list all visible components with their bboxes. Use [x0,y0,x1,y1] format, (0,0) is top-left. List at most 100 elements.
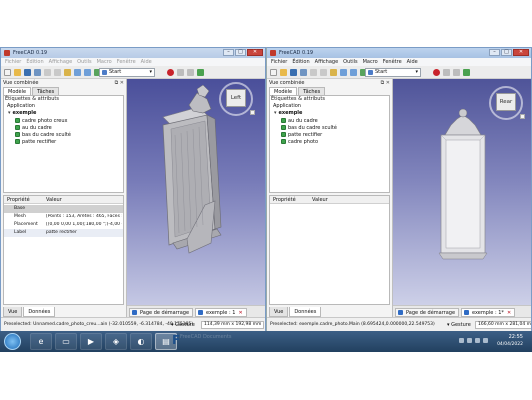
menu-fichier[interactable]: Fichier [271,59,287,65]
tree-item[interactable]: cadre photo [281,138,337,145]
panel-float-close-icon[interactable]: ⧉ ✕ [115,80,124,86]
file-explorer-icon[interactable]: ▭ [55,333,77,350]
flag-icon[interactable] [483,338,488,343]
record-macro-icon[interactable] [433,69,440,76]
cut-icon[interactable] [310,69,317,76]
expand-arrow-icon[interactable]: ▾ [8,110,11,116]
menu-affichage[interactable]: Affichage [315,59,339,65]
copy-icon[interactable] [54,69,61,76]
save-icon[interactable] [24,69,31,76]
tab-donnees[interactable]: Données [289,307,322,317]
3d-viewport[interactable]: Left [127,79,265,305]
tree-item[interactable]: bas du cadre sculté [15,131,71,138]
macro-list-icon[interactable] [453,69,460,76]
redo-icon[interactable] [84,69,91,76]
tab-vue[interactable]: Vue [269,307,289,317]
tree-item[interactable]: au du cadre [15,124,71,131]
menu-aide[interactable]: Aide [407,59,418,65]
tab-start-page[interactable]: Page de démarrage [395,308,460,317]
internet-explorer-icon[interactable]: e [30,333,52,350]
menu-aide[interactable]: Aide [141,59,152,65]
clock[interactable]: 22:55 04/04/2022 [497,334,523,348]
copy-icon[interactable] [320,69,327,76]
maximize-button[interactable]: □ [235,49,246,56]
tab-document-view[interactable]: exemple : 1 ✕ [195,308,247,317]
menu-fenetre[interactable]: Fenêtre [383,59,402,65]
menu-fichier[interactable]: Fichier [5,59,21,65]
record-macro-icon[interactable] [167,69,174,76]
workbench-selector[interactable]: Start ▾ [365,68,421,77]
close-button[interactable]: ✕ [247,49,263,56]
execute-macro-icon[interactable] [197,69,204,76]
property-row[interactable]: Placement [(0,00 0,00 1,00);180,00 °;(-4… [4,221,123,229]
menu-outils[interactable]: Outils [77,59,91,65]
start-button[interactable] [4,333,21,350]
property-group-row[interactable]: Base [4,205,123,213]
save-as-icon[interactable] [34,69,41,76]
navcube-mini-cube-icon[interactable] [250,110,255,115]
tray-arrow-icon[interactable] [459,338,464,343]
menu-fenetre[interactable]: Fenêtre [117,59,136,65]
tree-item[interactable]: patte rectifier [15,138,71,145]
menu-edition[interactable]: Édition [26,59,43,65]
navcube-face[interactable]: Rear [496,93,516,111]
save-as-icon[interactable] [300,69,307,76]
navigation-cube[interactable]: Rear [488,84,528,124]
brave-browser-icon[interactable]: ◈ [105,333,127,350]
maximize-button[interactable]: □ [501,49,512,56]
menu-macro[interactable]: Macro [97,59,112,65]
new-document-icon[interactable] [270,69,277,76]
close-button[interactable]: ✕ [513,49,529,56]
property-row[interactable]: Mesh [Points : 153, Arêtes : 465, Faces … [4,213,123,221]
paste-icon[interactable] [64,69,71,76]
property-row[interactable]: Label patte rectifier [4,229,123,237]
tree-document[interactable]: ▾ exemple [8,110,36,116]
open-folder-icon[interactable] [14,69,21,76]
undo-icon[interactable] [340,69,347,76]
paste-icon[interactable] [330,69,337,76]
workbench-selector[interactable]: Start ▾ [99,68,155,77]
menu-outils[interactable]: Outils [343,59,357,65]
macro-editor-icon[interactable] [443,69,450,76]
macro-list-icon[interactable] [187,69,194,76]
undo-icon[interactable] [74,69,81,76]
tab-vue[interactable]: Vue [3,307,23,317]
tree-item[interactable]: patte rectifier [281,131,337,138]
network-icon[interactable] [467,338,472,343]
title-bar[interactable]: FreeCAD 0.19 – □ ✕ [1,48,265,58]
navigation-cube[interactable]: Left [218,80,258,120]
navcube-face[interactable]: Left [226,89,246,107]
tree-item[interactable]: cadre photo creux [15,117,71,124]
volume-icon[interactable] [475,338,480,343]
redo-icon[interactable] [350,69,357,76]
save-icon[interactable] [290,69,297,76]
3d-viewport[interactable]: Rear [393,79,531,305]
cut-icon[interactable] [44,69,51,76]
menu-macro[interactable]: Macro [363,59,378,65]
tab-start-page[interactable]: Page de démarrage [129,308,194,317]
open-folder-icon[interactable] [280,69,287,76]
tab-document-view[interactable]: exemple : 1* ✕ [461,308,516,317]
minimize-button[interactable]: – [489,49,500,56]
expand-arrow-icon[interactable]: ▾ [274,110,277,116]
title-bar[interactable]: FreeCAD 0.19 – □ ✕ [267,48,531,58]
tab-donnees[interactable]: Données [23,307,56,317]
navigation-style-selector[interactable]: ▾ Gesture [447,322,471,328]
menu-affichage[interactable]: Affichage [49,59,73,65]
close-tab-icon[interactable]: ✕ [507,310,511,316]
execute-macro-icon[interactable] [463,69,470,76]
macro-editor-icon[interactable] [177,69,184,76]
model-tree: Étiquettes & attributs Application ▾ exem… [3,95,124,193]
navcube-mini-cube-icon[interactable] [520,114,525,119]
panel-float-close-icon[interactable]: ⧉ ✕ [381,80,390,86]
media-player-icon[interactable]: ▶ [80,333,102,350]
menu-edition[interactable]: Édition [292,59,309,65]
minimize-button[interactable]: – [223,49,234,56]
tree-item[interactable]: bas du cadre sculté [281,124,337,131]
tree-document[interactable]: ▾ exemple [274,110,302,116]
tree-item[interactable]: au du cadre [281,117,337,124]
close-tab-icon[interactable]: ✕ [238,310,242,316]
navigation-style-selector[interactable]: ▾ Gesture [171,322,195,328]
new-document-icon[interactable] [4,69,11,76]
edge-browser-icon[interactable]: ◐ [130,333,152,350]
